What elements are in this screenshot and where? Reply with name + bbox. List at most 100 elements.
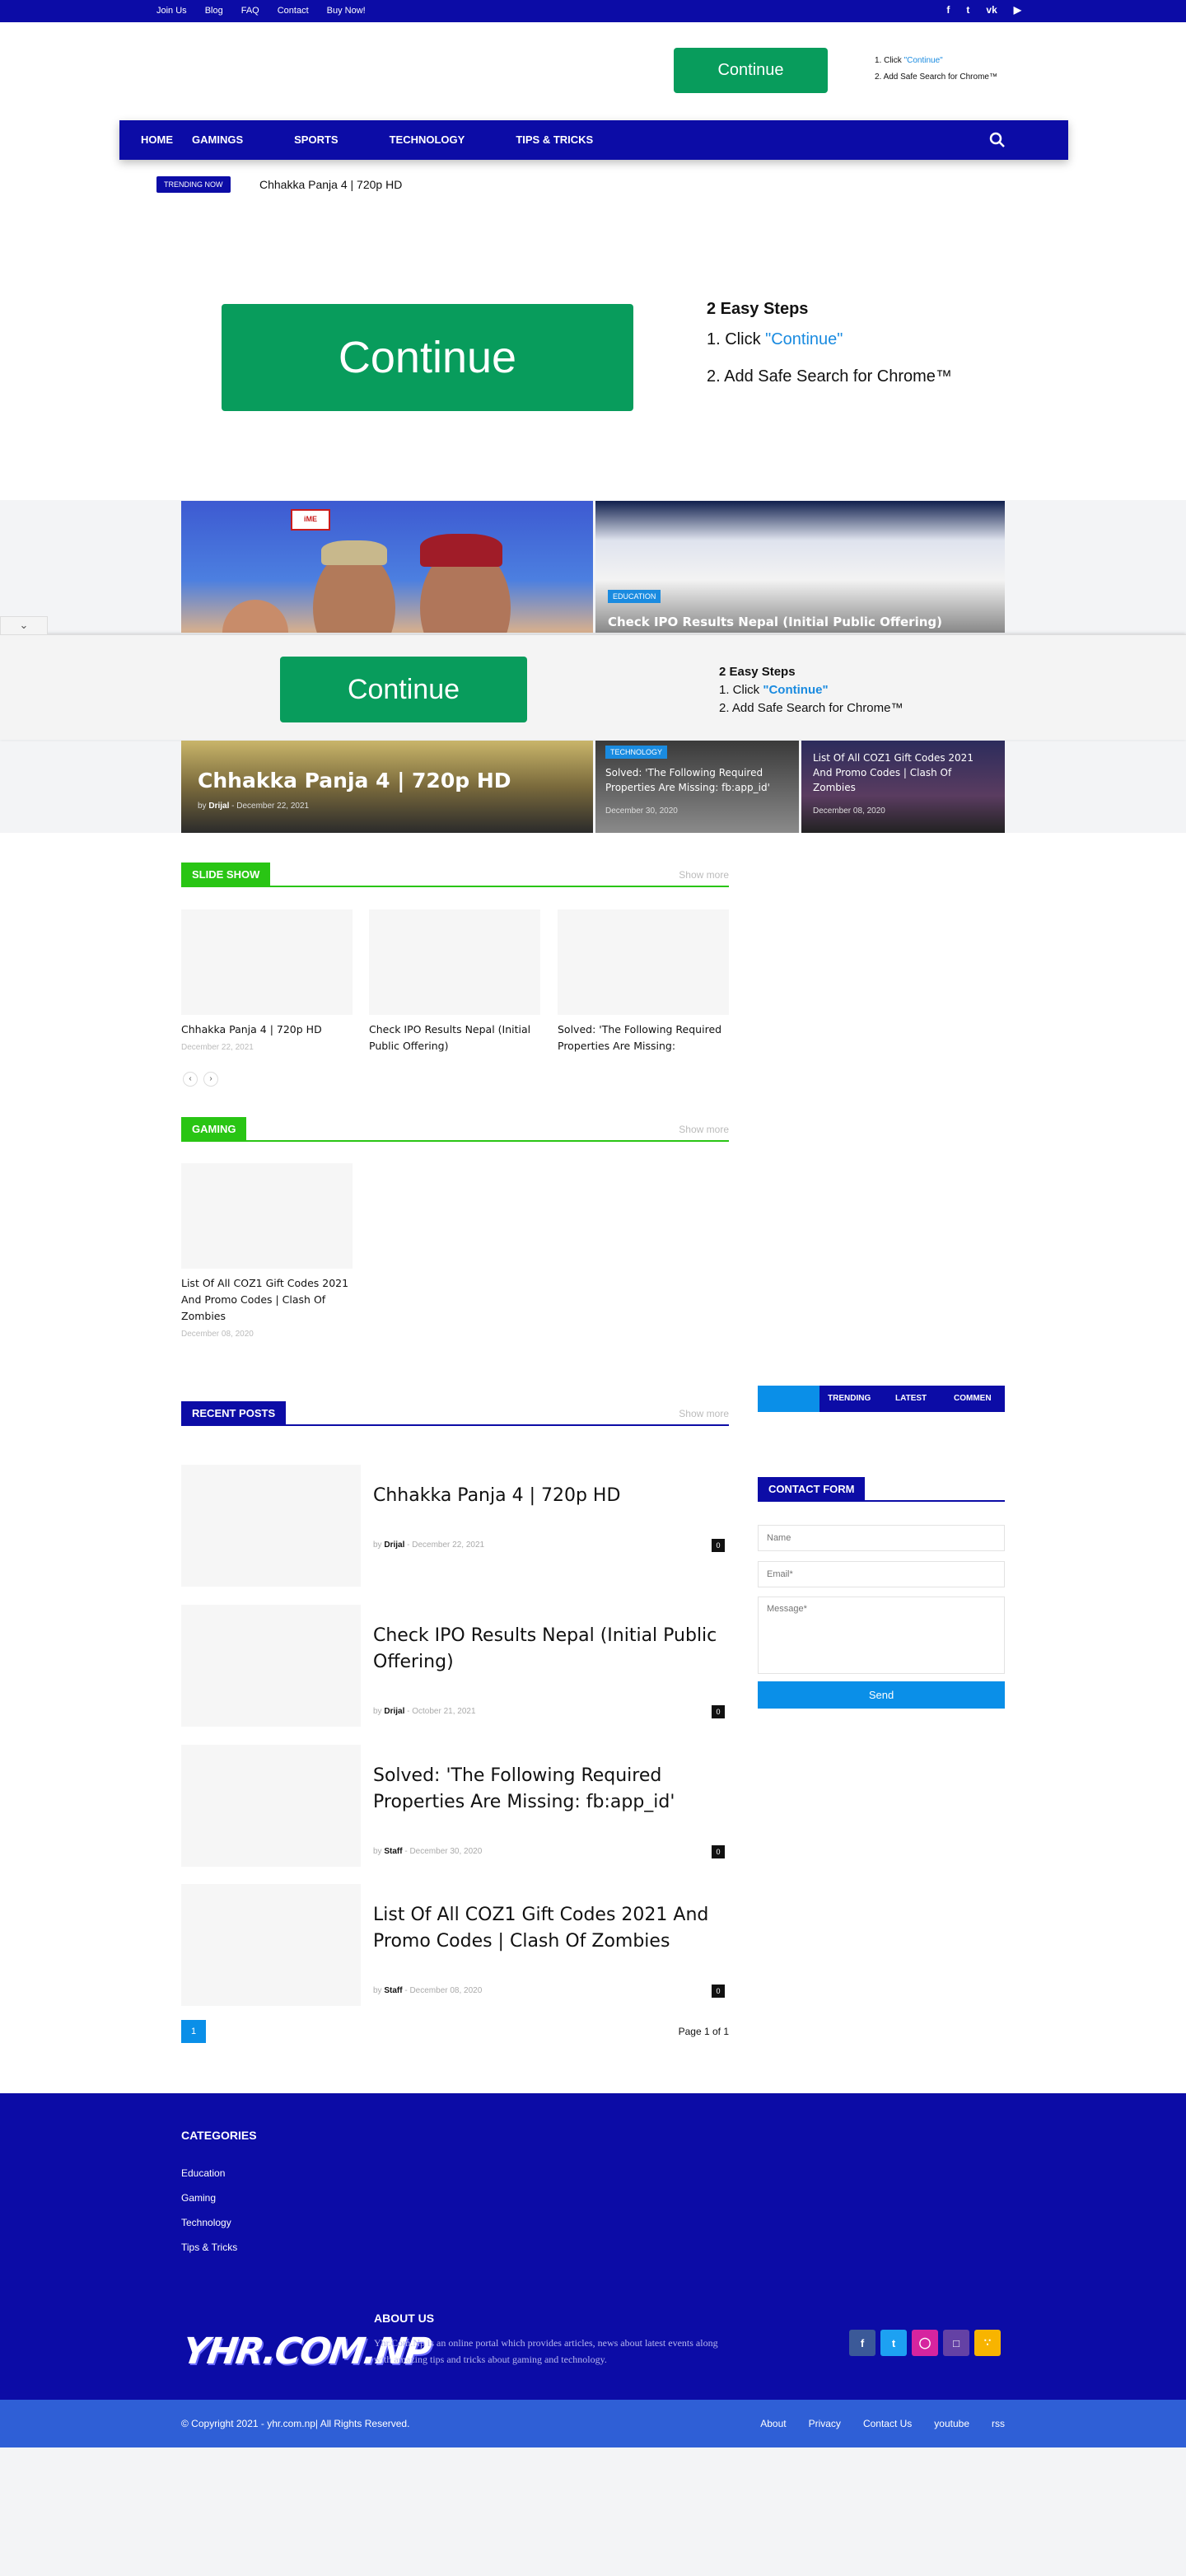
tab-comments[interactable]: COMMEN bbox=[954, 1394, 992, 1403]
search-icon[interactable] bbox=[989, 132, 1006, 148]
featured-small[interactable]: List Of All COZ1 Gift Codes 2021 And Pro… bbox=[801, 741, 1005, 833]
featured-by: by bbox=[198, 802, 209, 811]
top-link-contact[interactable]: Contact bbox=[278, 6, 309, 16]
sticky-step1-link[interactable]: "Continue" bbox=[763, 683, 828, 697]
comment-count[interactable]: 0 bbox=[712, 1705, 725, 1718]
header-continue-button[interactable]: Continue bbox=[674, 48, 828, 93]
featured-mid-title[interactable]: Solved: 'The Following Required Properti… bbox=[605, 765, 791, 795]
post-title[interactable]: Chhakka Panja 4 | 720p HD bbox=[373, 1483, 727, 1509]
top-link-blog[interactable]: Blog bbox=[205, 6, 223, 16]
sticky-ad-bar bbox=[0, 634, 1186, 740]
nav-gamings[interactable]: GAMINGS bbox=[192, 133, 243, 146]
slide-card-image[interactable] bbox=[181, 909, 353, 1015]
post-date: - December 08, 2020 bbox=[402, 1986, 483, 1995]
post-by: by bbox=[373, 1986, 385, 1995]
sticky-step1: 1. Click bbox=[719, 683, 763, 697]
nav-sports[interactable]: SPORTS bbox=[294, 133, 338, 146]
post-image[interactable] bbox=[181, 1884, 361, 2006]
youtube-icon[interactable]: ▶ bbox=[1014, 4, 1021, 16]
bottom-link-about[interactable]: About bbox=[760, 2418, 786, 2429]
post-image[interactable] bbox=[181, 1465, 361, 1587]
gaming-card-image[interactable] bbox=[181, 1163, 353, 1269]
footer-categories: Education Gaming Technology Tips & Trick… bbox=[181, 2161, 237, 2260]
post-author[interactable]: Drijal bbox=[384, 1707, 404, 1716]
featured-author[interactable]: Drijal bbox=[208, 802, 229, 811]
gaming-card-title[interactable]: List Of All COZ1 Gift Codes 2021 And Pro… bbox=[181, 1275, 354, 1325]
footer-category-technology[interactable]: Technology bbox=[181, 2210, 237, 2235]
featured-main-bottom[interactable]: Chhakka Panja 4 | 720p HD by Drijal - De… bbox=[181, 741, 593, 833]
comment-count[interactable]: 0 bbox=[712, 1539, 725, 1552]
sticky-ad-steps: 2 Easy Steps 1. Click "Continue" 2. Add … bbox=[719, 663, 903, 718]
nav-home[interactable]: HOME bbox=[141, 133, 173, 146]
facebook-icon[interactable]: f bbox=[849, 2330, 875, 2356]
footer-category-tips-tricks[interactable]: Tips & Tricks bbox=[181, 2235, 237, 2260]
bottom-link-rss[interactable]: rss bbox=[992, 2418, 1005, 2429]
header-step1-link[interactable]: "Continue" bbox=[904, 56, 943, 65]
post-author[interactable]: Drijal bbox=[384, 1540, 404, 1550]
post-author[interactable]: Staff bbox=[384, 1847, 402, 1856]
slide-next-icon[interactable]: › bbox=[203, 1072, 218, 1087]
tag-technology[interactable]: TECHNOLOGY bbox=[605, 746, 668, 759]
recent-show-more[interactable]: Show more bbox=[679, 1408, 729, 1419]
facebook-icon[interactable]: f bbox=[946, 4, 950, 16]
bottom-link-privacy[interactable]: Privacy bbox=[809, 2418, 841, 2429]
post-title[interactable]: Check IPO Results Nepal (Initial Public … bbox=[373, 1623, 727, 1676]
slide-card-title[interactable]: Check IPO Results Nepal (Initial Public … bbox=[369, 1022, 540, 1054]
featured-main-image[interactable]: iME bbox=[181, 501, 593, 633]
comment-count[interactable]: 0 bbox=[712, 1845, 725, 1858]
nav-technology[interactable]: TECHNOLOGY bbox=[390, 133, 465, 146]
big-step1-link[interactable]: "Continue" bbox=[765, 330, 843, 348]
post-image[interactable] bbox=[181, 1745, 361, 1867]
slide-card-image[interactable] bbox=[558, 909, 729, 1015]
slideshow-show-more[interactable]: Show more bbox=[679, 869, 729, 881]
contact-send-button[interactable]: Send bbox=[758, 1681, 1005, 1709]
contact-name-input[interactable] bbox=[758, 1525, 1005, 1551]
big-continue-button[interactable]: Continue bbox=[222, 304, 633, 411]
contact-email-input[interactable] bbox=[758, 1561, 1005, 1587]
nav-tips-tricks[interactable]: TIPS & TRICKS bbox=[516, 133, 593, 146]
trending-text[interactable]: Chhakka Panja 4 | 720p HD bbox=[259, 178, 402, 191]
contact-label: CONTACT FORM bbox=[758, 1477, 866, 1500]
twitch-icon[interactable]: □ bbox=[943, 2330, 969, 2356]
pagination-current[interactable]: 1 bbox=[181, 2020, 206, 2043]
sticky-continue-button[interactable]: Continue bbox=[280, 657, 527, 722]
slide-card-date: December 22, 2021 bbox=[181, 1043, 254, 1052]
top-link-buy-now[interactable]: Buy Now! bbox=[327, 6, 366, 16]
rss-icon[interactable]: ∵ bbox=[974, 2330, 1001, 2356]
twitter-icon[interactable]: t bbox=[966, 4, 969, 16]
tag-education[interactable]: EDUCATION bbox=[608, 590, 661, 603]
footer-category-gaming[interactable]: Gaming bbox=[181, 2186, 237, 2210]
featured-main-title[interactable]: Chhakka Panja 4 | 720p HD bbox=[198, 769, 511, 792]
top-link-join-us[interactable]: Join Us bbox=[156, 6, 187, 16]
post-title[interactable]: Solved: 'The Following Required Properti… bbox=[373, 1763, 727, 1816]
featured-mid[interactable]: TECHNOLOGY Solved: 'The Following Requir… bbox=[595, 741, 799, 833]
gaming-card-date: December 08, 2020 bbox=[181, 1330, 254, 1339]
instagram-icon[interactable]: ◯ bbox=[912, 2330, 938, 2356]
sidebar-tabs: TRENDING LATEST COMMEN bbox=[758, 1386, 1005, 1412]
bottom-link-youtube[interactable]: youtube bbox=[934, 2418, 969, 2429]
bottom-link-contact-us[interactable]: Contact Us bbox=[863, 2418, 912, 2429]
contact-message-input[interactable] bbox=[758, 1597, 1005, 1674]
footer-categories-title: CATEGORIES bbox=[181, 2129, 257, 2142]
footer-category-education[interactable]: Education bbox=[181, 2161, 237, 2186]
slide-card-image[interactable] bbox=[369, 909, 540, 1015]
ime-logo: iME bbox=[291, 509, 330, 531]
vk-icon[interactable]: vk bbox=[986, 4, 997, 16]
featured-top-right[interactable]: EDUCATION Check IPO Results Nepal (Initi… bbox=[595, 501, 1005, 633]
comment-count[interactable]: 0 bbox=[712, 1985, 725, 1998]
tab-trending[interactable]: TRENDING bbox=[828, 1394, 871, 1403]
recent-header: RECENT POSTS Show more bbox=[181, 1401, 729, 1426]
tab-latest[interactable]: LATEST bbox=[895, 1394, 927, 1403]
gaming-show-more[interactable]: Show more bbox=[679, 1124, 729, 1135]
post-title[interactable]: List Of All COZ1 Gift Codes 2021 And Pro… bbox=[373, 1902, 727, 1955]
twitter-icon[interactable]: t bbox=[880, 2330, 907, 2356]
slide-card-title[interactable]: Chhakka Panja 4 | 720p HD bbox=[181, 1022, 353, 1038]
post-author[interactable]: Staff bbox=[384, 1986, 402, 1995]
collapse-chevron-icon[interactable]: ⌄ bbox=[0, 616, 48, 634]
featured-small-title[interactable]: List Of All COZ1 Gift Codes 2021 And Pro… bbox=[813, 750, 996, 795]
top-link-faq[interactable]: FAQ bbox=[241, 6, 259, 16]
slide-prev-icon[interactable]: ‹ bbox=[183, 1072, 198, 1087]
post-image[interactable] bbox=[181, 1605, 361, 1727]
featured-top-right-title[interactable]: Check IPO Results Nepal (Initial Public … bbox=[608, 615, 942, 629]
slide-card-title[interactable]: Solved: 'The Following Required Properti… bbox=[558, 1022, 729, 1054]
